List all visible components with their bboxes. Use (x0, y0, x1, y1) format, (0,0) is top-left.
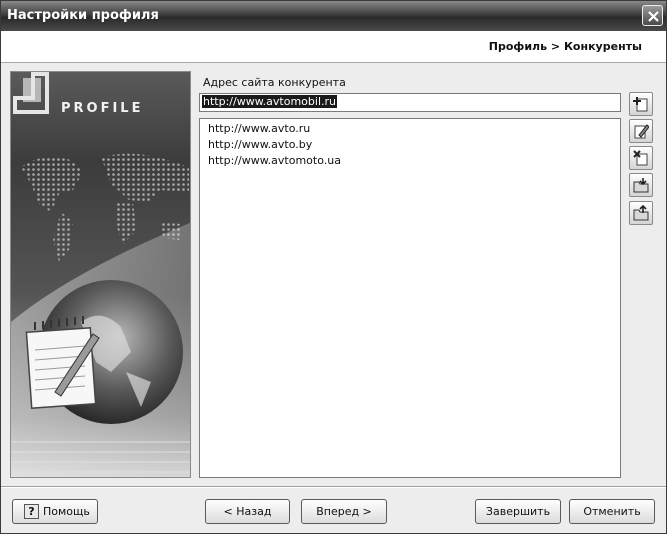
help-icon: ? (24, 504, 39, 519)
finish-button[interactable]: Завершить (475, 499, 561, 524)
import-list-button[interactable] (629, 173, 653, 197)
profile-banner-image: PROFILE (11, 72, 190, 477)
back-button[interactable]: < Назад (205, 499, 290, 524)
competitor-url-value: http://www.avtomobil.ru (202, 95, 337, 108)
competitor-url-field[interactable]: http://www.avtomobil.ru (199, 93, 621, 112)
list-item[interactable]: http://www.avtomoto.ua (208, 153, 620, 169)
competitor-site-label: Адрес сайта конкурента (203, 76, 346, 89)
edit-icon (634, 124, 649, 139)
profile-side-illustration: PROFILE (10, 71, 191, 478)
footer-divider (1, 486, 666, 488)
breadcrumb: Профиль > Конкуренты (488, 40, 642, 53)
logo-mark-icon (13, 72, 49, 114)
delete-url-button[interactable] (629, 146, 653, 170)
cancel-button[interactable]: Отменить (569, 499, 655, 524)
close-button[interactable] (642, 5, 663, 26)
list-item[interactable]: http://www.avto.by (208, 137, 620, 153)
title-bar[interactable]: Настройки профиля (1, 1, 666, 31)
wizard-header: Профиль > Конкуренты (1, 31, 666, 63)
export-icon (633, 205, 649, 221)
profile-settings-dialog: Настройки профиля Профиль > Конкуренты P… (0, 0, 667, 534)
delete-icon (633, 150, 648, 166)
add-icon (633, 97, 648, 112)
help-button-label: Помощь (43, 505, 90, 518)
edit-url-button[interactable] (629, 119, 653, 143)
logo-text: PROFILE (61, 101, 143, 116)
help-button[interactable]: ? Помощь (12, 499, 98, 524)
window-title: Настройки профиля (7, 8, 159, 23)
export-list-button[interactable] (629, 201, 653, 225)
list-item[interactable]: http://www.avto.ru (208, 121, 620, 137)
close-icon (648, 11, 659, 22)
import-icon (633, 178, 649, 193)
competitor-url-list[interactable]: http://www.avto.ru http://www.avto.by ht… (199, 118, 621, 478)
next-button[interactable]: Вперед > (301, 499, 387, 524)
add-url-button[interactable] (629, 92, 653, 116)
